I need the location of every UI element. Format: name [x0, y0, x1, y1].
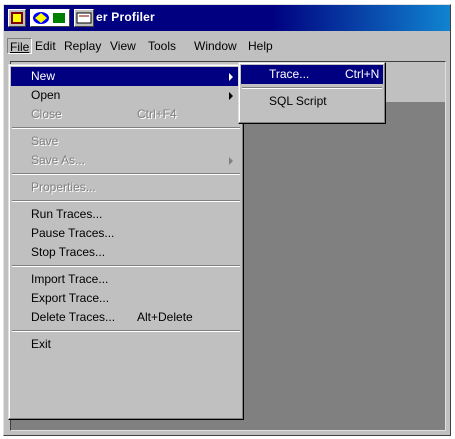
menu-item-new[interactable]: New [11, 67, 241, 86]
menu-bar: File Edit Replay View Tools Window Help [4, 35, 450, 57]
title-bar: er Profiler [4, 5, 450, 31]
menu-item-run-traces[interactable]: Run Traces... [11, 205, 241, 224]
window-title: er Profiler [96, 10, 155, 24]
menu-separator [241, 84, 383, 92]
menu-tools[interactable]: Tools [146, 38, 178, 54]
submenu-arrow-icon [229, 92, 233, 100]
file-menu: New Open Close Ctrl+F4 Save Save As... P… [8, 64, 244, 420]
menu-item-exit[interactable]: Exit [11, 335, 241, 354]
menu-item-label: Pause Traces... [31, 226, 115, 240]
menu-item-close: Close Ctrl+F4 [11, 105, 241, 124]
menu-separator [11, 124, 241, 132]
menu-item-label: Save As... [31, 153, 86, 167]
profiler-icon[interactable] [74, 9, 94, 27]
menu-item-save-as: Save As... [11, 151, 241, 170]
menu-item-label: Save [31, 134, 59, 148]
menu-separator [11, 170, 241, 178]
menu-item-open[interactable]: Open [11, 86, 241, 105]
menu-item-label: Run Traces... [31, 207, 103, 221]
menu-item-label: Delete Traces... [31, 310, 116, 324]
menu-separator [11, 262, 241, 270]
menu-item-stop-traces[interactable]: Stop Traces... [11, 243, 241, 262]
menu-item-label: Stop Traces... [31, 245, 106, 259]
menu-separator [11, 197, 241, 205]
submenu-arrow-icon [229, 73, 233, 81]
menu-item-label: Close [31, 107, 62, 121]
menu-item-label: SQL Script [269, 94, 327, 108]
menu-item-export-trace[interactable]: Export Trace... [11, 289, 241, 308]
toolbar-icon-group[interactable] [30, 9, 70, 27]
menu-item-save: Save [11, 132, 241, 151]
menu-item-pause-traces[interactable]: Pause Traces... [11, 224, 241, 243]
menu-view[interactable]: View [108, 38, 138, 54]
menu-help[interactable]: Help [246, 38, 275, 54]
shortcut-label: Ctrl+N [345, 67, 380, 81]
submenu-arrow-icon [229, 157, 233, 165]
menu-item-label: Exit [31, 337, 52, 351]
menu-item-trace[interactable]: Trace... Ctrl+N [241, 65, 383, 84]
menu-item-label: Import Trace... [31, 272, 109, 286]
menu-separator [11, 327, 241, 335]
menu-file[interactable]: File [7, 38, 33, 54]
shortcut-label: Ctrl+F4 [137, 107, 177, 121]
menu-item-delete-traces[interactable]: Delete Traces... Alt+Delete [11, 308, 241, 327]
menu-item-label: Open [31, 88, 61, 102]
menu-window[interactable]: Window [192, 38, 239, 54]
menu-item-label: New [31, 69, 56, 83]
menu-item-label: Trace... [269, 67, 310, 81]
app-icon[interactable] [8, 9, 26, 27]
new-submenu: Trace... Ctrl+N SQL Script [238, 62, 386, 124]
menu-item-properties: Properties... [11, 178, 241, 197]
menu-item-label: Export Trace... [31, 291, 110, 305]
menu-item-import-trace[interactable]: Import Trace... [11, 270, 241, 289]
shortcut-label: Alt+Delete [137, 310, 193, 324]
menu-replay[interactable]: Replay [62, 38, 103, 54]
menu-edit[interactable]: Edit [33, 38, 58, 54]
menu-item-label: Properties... [31, 180, 96, 194]
menu-item-sql-script[interactable]: SQL Script [241, 92, 383, 111]
